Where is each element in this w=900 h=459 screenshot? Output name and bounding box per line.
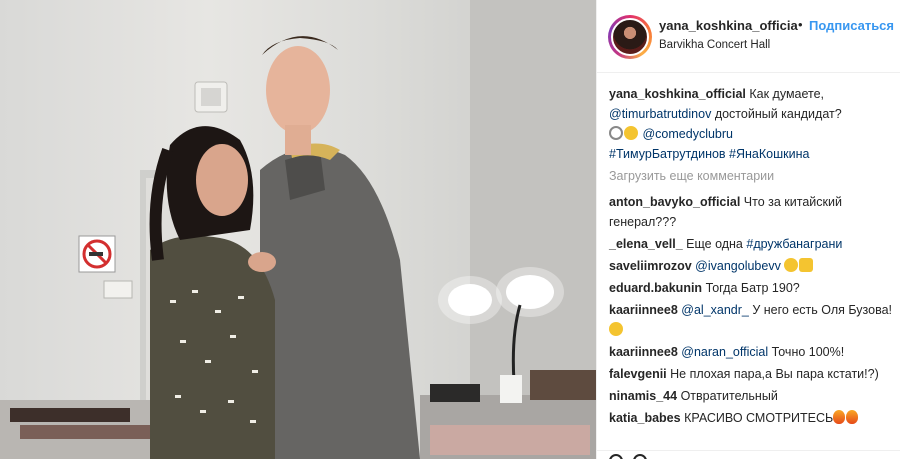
caption-text-1: Как думаете,: [749, 87, 825, 101]
fire-emoji-icon: [846, 410, 859, 424]
comment-username[interactable]: katia_babes: [609, 411, 681, 425]
comment-username[interactable]: kaariinnee8: [609, 303, 678, 317]
caption-username[interactable]: yana_koshkina_official: [609, 87, 746, 101]
comment-username[interactable]: _elena_vell_: [609, 237, 683, 251]
comment-text: Не плохая пара,а Вы пара кстати!?): [670, 367, 879, 381]
comment-username[interactable]: saveliimrozov: [609, 259, 692, 273]
comment-text: КРАСИВО СМОТРИТЕСЬ: [684, 411, 834, 425]
comments-list: yana_koshkina_official Как думаете, @tim…: [609, 84, 893, 430]
comment-mention[interactable]: @al_xandr_: [681, 303, 749, 317]
comment-username[interactable]: eduard.bakunin: [609, 281, 702, 295]
comment: eduard.bakunin Тогда Батр 190?: [609, 278, 893, 298]
comment: katia_babes КРАСИВО СМОТРИТЕСЬ: [609, 408, 893, 428]
comment-mention[interactable]: @naran_official: [681, 345, 768, 359]
header-separator-dot: •: [798, 17, 803, 32]
caption-mention[interactable]: @timurbatrutdinov: [609, 107, 711, 121]
caption-mention-2[interactable]: @comedyclubru: [642, 127, 733, 141]
comment: _elena_vell_ Еще одна #дружбанаграни: [609, 234, 893, 254]
post-header: yana_koshkina_officia • Подписаться Barv…: [597, 0, 900, 73]
header-username[interactable]: yana_koshkina_officia: [659, 18, 798, 33]
comment-username[interactable]: ninamis_44: [609, 389, 677, 403]
caption-text-2: достойный кандидат?: [714, 107, 842, 121]
comment-text: Отвратительный: [680, 389, 778, 403]
ring-emoji-icon: [609, 126, 623, 140]
sweat-smile-emoji-icon: [624, 126, 638, 140]
comment-text: Еще одна: [686, 237, 743, 251]
post-side-panel: yana_koshkina_officia • Подписаться Barv…: [596, 0, 900, 459]
comment-text: У него есть Оля Бузова!: [752, 303, 893, 317]
comment-mention[interactable]: @ivangolubevv: [695, 259, 781, 273]
comment: kaariinnee8 @al_xandr_ У него есть Оля Б…: [609, 300, 893, 340]
comment: saveliimrozov @ivangolubevv: [609, 256, 893, 276]
comment: ninamis_44 Отвратительный: [609, 386, 893, 406]
post-photo[interactable]: [0, 0, 596, 459]
caption-hashtags[interactable]: #ТимурБатрутдинов #ЯнаКошкина: [609, 147, 809, 161]
comment-username[interactable]: anton_bavyko_official: [609, 195, 740, 209]
caption: yana_koshkina_official Как думаете, @tim…: [609, 84, 893, 164]
no-smoking-sign-icon: [78, 235, 116, 273]
comment-text: Точно 100%!: [771, 345, 845, 359]
comment-username[interactable]: kaariinnee8: [609, 345, 678, 359]
fire-emoji-icon: [833, 410, 846, 424]
grinning-emoji-icon: [784, 258, 799, 272]
comment: anton_bavyko_official Что за китайский г…: [609, 192, 893, 232]
smile-emoji-icon: [609, 322, 623, 336]
post-actions-bar: [597, 450, 900, 459]
load-more-comments[interactable]: Загрузить еще комментарии: [609, 166, 893, 186]
avatar[interactable]: [611, 18, 649, 56]
comment-text: Тогда Батр 190?: [705, 281, 800, 295]
comment-icon[interactable]: [633, 454, 647, 459]
comment: kaariinnee8 @naran_official Точно 100%!: [609, 342, 893, 362]
follow-button[interactable]: Подписаться: [809, 18, 894, 33]
location-link[interactable]: Barvikha Concert Hall: [659, 39, 770, 51]
heart-icon[interactable]: [609, 454, 623, 459]
comment-hashtag[interactable]: #дружбанаграни: [746, 237, 842, 251]
comment-username[interactable]: falevgenii: [609, 367, 667, 381]
photo-illustration: [0, 0, 596, 459]
thumbs-up-emoji-icon: [799, 258, 814, 272]
comment: falevgenii Не плохая пара,а Вы пара кста…: [609, 364, 893, 384]
avatar-story-ring[interactable]: [608, 15, 652, 59]
